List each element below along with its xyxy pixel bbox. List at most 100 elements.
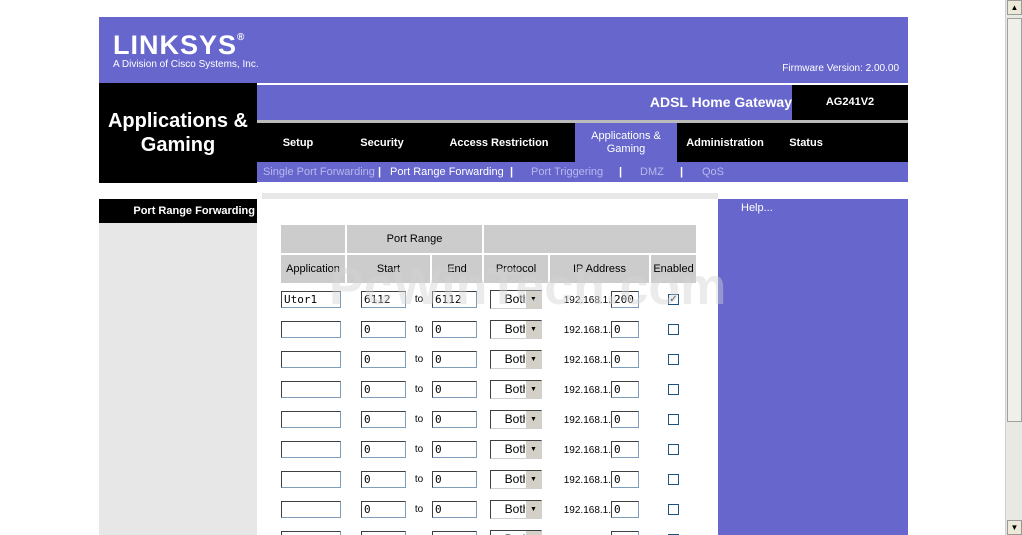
application-input[interactable] <box>281 290 341 308</box>
end-port-input[interactable] <box>432 380 477 398</box>
start-port-input[interactable] <box>361 500 406 518</box>
ip-prefix: 192.168.1. <box>563 324 611 336</box>
protocol-select[interactable]: Both▼ <box>490 349 542 369</box>
cell-start <box>347 345 406 373</box>
application-input[interactable] <box>281 470 341 488</box>
ip-last-octet-input[interactable] <box>611 380 639 398</box>
header-application: Application <box>281 255 345 283</box>
end-port-input[interactable] <box>432 440 477 458</box>
end-port-input[interactable] <box>432 290 477 308</box>
application-input[interactable] <box>281 350 341 368</box>
tab-access-restriction[interactable]: Access Restriction <box>425 123 573 162</box>
start-port-input[interactable] <box>361 350 406 368</box>
protocol-select[interactable]: Both▼ <box>490 409 542 429</box>
enabled-checkbox[interactable] <box>668 383 679 395</box>
enabled-checkbox[interactable] <box>668 323 679 335</box>
tab-applications-gaming[interactable]: Applications & Gaming <box>575 123 677 162</box>
scroll-up-icon[interactable]: ▲ <box>1007 0 1022 15</box>
end-port-input[interactable] <box>432 320 477 338</box>
ip-last-octet-input[interactable] <box>611 320 639 338</box>
enabled-checkbox[interactable] <box>668 473 679 485</box>
ip-last-octet-input[interactable] <box>611 350 639 368</box>
ip-last-octet-input[interactable] <box>611 440 639 458</box>
ip-last-octet-input[interactable] <box>611 500 639 518</box>
end-port-input[interactable] <box>432 530 477 535</box>
help-panel: Help... <box>718 199 908 535</box>
cell-protocol: Both▼ <box>484 315 548 343</box>
start-port-input[interactable] <box>361 530 406 535</box>
header-protocol: Protocol <box>484 255 548 283</box>
ip-last-octet-input[interactable] <box>611 290 639 308</box>
cell-start <box>347 375 406 403</box>
subnav-separator: | <box>680 166 684 178</box>
enabled-checkbox[interactable] <box>668 503 679 515</box>
ip-prefix: 192.168.1. <box>563 414 611 426</box>
end-port-input[interactable] <box>432 410 477 428</box>
protocol-select[interactable]: Both▼ <box>490 499 542 519</box>
ip-last-octet-input[interactable] <box>611 470 639 488</box>
subtab-dmz[interactable]: DMZ <box>640 162 664 182</box>
chevron-down-icon[interactable]: ▼ <box>525 440 541 458</box>
vertical-scrollbar[interactable]: ▲ ▼ <box>1005 0 1022 535</box>
start-port-input[interactable] <box>361 410 406 428</box>
header-blank <box>484 225 696 253</box>
protocol-select[interactable]: Both▼ <box>490 439 542 459</box>
application-input[interactable] <box>281 500 341 518</box>
application-input[interactable] <box>281 530 341 535</box>
tab-status[interactable]: Status <box>773 123 839 162</box>
chevron-down-icon[interactable]: ▼ <box>525 500 541 518</box>
subtab-port-range-forwarding[interactable]: Port Range Forwarding <box>390 162 504 182</box>
chevron-down-icon[interactable]: ▼ <box>525 470 541 488</box>
protocol-select[interactable]: Both▼ <box>490 529 542 535</box>
protocol-select[interactable]: Both▼ <box>490 319 542 339</box>
subtab-port-triggering[interactable]: Port Triggering <box>531 162 603 182</box>
header-enabled: Enabled <box>651 255 696 283</box>
cell-to: to <box>408 465 430 493</box>
tab-setup[interactable]: Setup <box>257 123 339 162</box>
cell-to: to <box>408 345 430 373</box>
protocol-select[interactable]: Both▼ <box>490 469 542 489</box>
start-port-input[interactable] <box>361 380 406 398</box>
cell-enabled <box>651 375 696 403</box>
cell-start <box>347 465 406 493</box>
tab-administration[interactable]: Administration <box>677 123 773 162</box>
chevron-down-icon[interactable]: ▼ <box>525 350 541 368</box>
start-port-input[interactable] <box>361 470 406 488</box>
enabled-checkbox[interactable]: ✓ <box>668 293 679 305</box>
protocol-select[interactable]: Both▼ <box>490 379 542 399</box>
start-port-input[interactable] <box>361 320 406 338</box>
protocol-select[interactable]: Both▼ <box>490 289 542 309</box>
chevron-down-icon[interactable]: ▼ <box>525 530 541 535</box>
tab-security[interactable]: Security <box>339 123 425 162</box>
subtab-single-port-forwarding[interactable]: Single Port Forwarding <box>263 162 375 182</box>
scroll-down-icon[interactable]: ▼ <box>1007 520 1022 535</box>
enabled-checkbox[interactable] <box>668 413 679 425</box>
chevron-down-icon[interactable]: ▼ <box>525 410 541 428</box>
sub-nav: Single Port Forwarding | Port Range Forw… <box>257 162 908 182</box>
scroll-thumb[interactable] <box>1007 18 1022 422</box>
chevron-down-icon[interactable]: ▼ <box>525 380 541 398</box>
cell-protocol: Both▼ <box>484 525 548 535</box>
help-link[interactable]: Help... <box>741 202 773 214</box>
start-port-input[interactable] <box>361 440 406 458</box>
ip-last-octet-input[interactable] <box>611 530 639 535</box>
end-port-input[interactable] <box>432 350 477 368</box>
application-input[interactable] <box>281 380 341 398</box>
enabled-checkbox[interactable] <box>668 443 679 455</box>
application-input[interactable] <box>281 410 341 428</box>
table-header-row: Application Start End Protocol IP Addres… <box>281 255 696 283</box>
to-label: to <box>414 384 424 395</box>
end-port-input[interactable] <box>432 470 477 488</box>
subtab-qos[interactable]: QoS <box>702 162 724 182</box>
cell-application <box>281 465 345 493</box>
chevron-down-icon[interactable]: ▼ <box>525 290 541 308</box>
cell-end <box>432 525 482 535</box>
header-ip-address: IP Address <box>550 255 649 283</box>
application-input[interactable] <box>281 320 341 338</box>
end-port-input[interactable] <box>432 500 477 518</box>
ip-last-octet-input[interactable] <box>611 410 639 428</box>
start-port-input[interactable] <box>361 290 406 308</box>
application-input[interactable] <box>281 440 341 458</box>
enabled-checkbox[interactable] <box>668 353 679 365</box>
chevron-down-icon[interactable]: ▼ <box>525 320 541 338</box>
